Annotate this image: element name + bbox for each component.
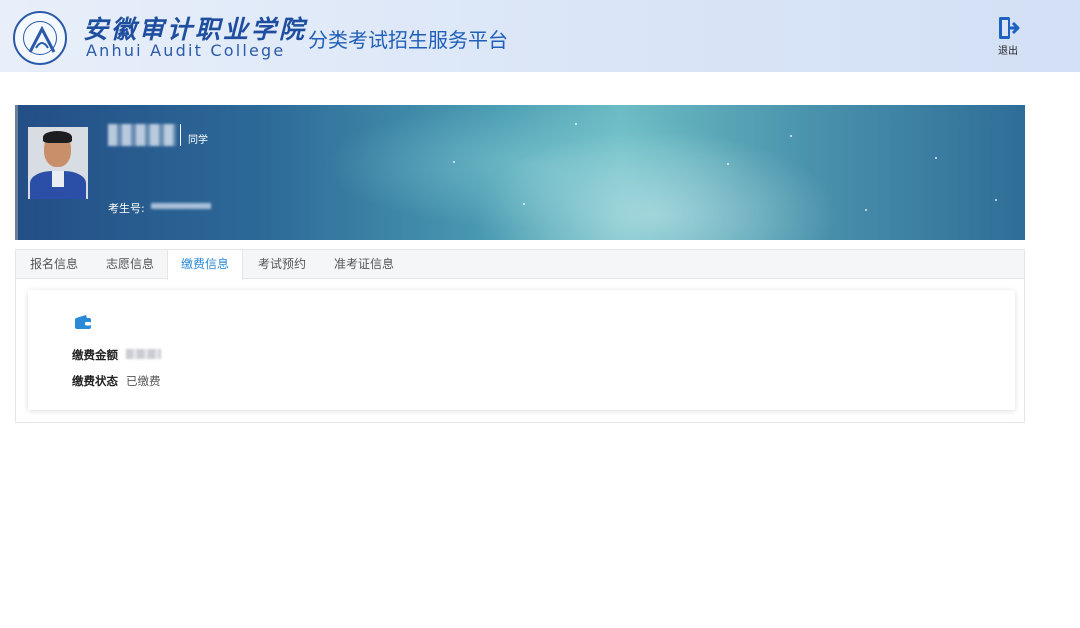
tab-preference-info[interactable]: 志愿信息	[100, 250, 160, 279]
exam-number-label: 考生号:	[108, 202, 145, 215]
platform-title: 分类考试招生服务平台	[308, 28, 508, 52]
name-divider	[180, 124, 181, 146]
payment-amount-redacted	[126, 349, 161, 359]
student-avatar	[28, 127, 88, 199]
payment-status-label: 缴费状态	[72, 374, 118, 388]
logout-button[interactable]: 退出	[990, 15, 1026, 61]
top-header: 安徽审计职业学院 Anhui Audit College 分类考试招生服务平台 …	[0, 0, 1080, 72]
payment-amount-label: 缴费金额	[72, 348, 118, 362]
logout-icon	[999, 17, 1020, 39]
student-banner: 同学 考生号:	[15, 105, 1025, 240]
tab-admission-ticket[interactable]: 准考证信息	[328, 250, 400, 279]
exam-number-redacted	[151, 203, 211, 209]
college-seal-icon	[13, 11, 67, 65]
school-name-en: Anhui Audit College	[86, 41, 286, 60]
tab-registration-info[interactable]: 报名信息	[24, 250, 84, 279]
student-name-redacted	[108, 124, 176, 146]
payment-status-value: 已缴费	[126, 374, 161, 388]
wallet-icon	[75, 315, 91, 329]
payment-card: 缴费金额 缴费状态 已缴费	[28, 290, 1015, 410]
info-panel: 报名信息 志愿信息 缴费信息 考试预约 准考证信息 缴费金额 缴费状态 已缴费	[15, 249, 1025, 423]
name-suffix: 同学	[188, 135, 208, 146]
tab-bar: 报名信息 志愿信息 缴费信息 考试预约 准考证信息	[16, 250, 1024, 280]
tab-payment-info[interactable]: 缴费信息	[167, 250, 243, 280]
tab-exam-booking[interactable]: 考试预约	[252, 250, 312, 279]
logout-label: 退出	[998, 46, 1018, 57]
